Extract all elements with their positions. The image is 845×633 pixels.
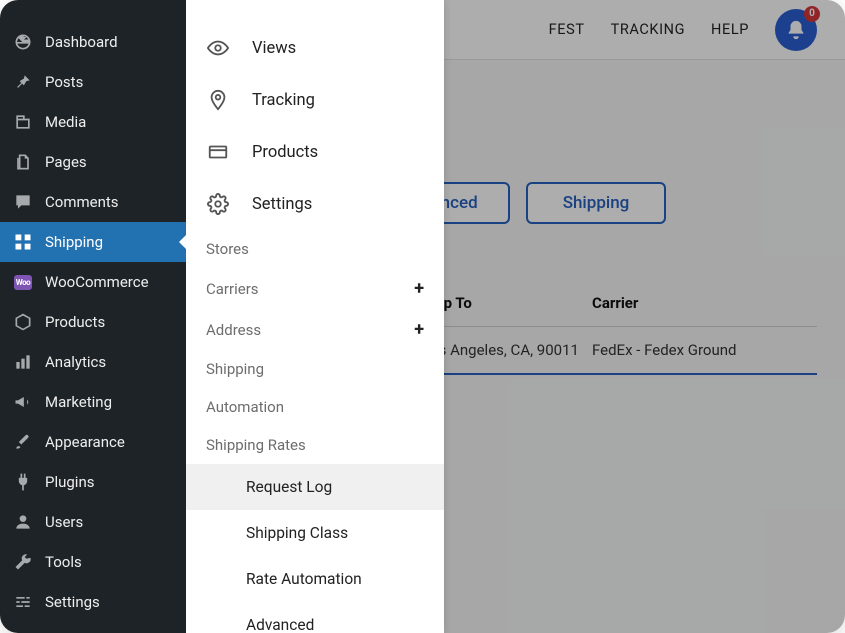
sidebar-item-plugins[interactable]: Plugins [0, 462, 186, 502]
submenu-settings[interactable]: Settings [186, 178, 444, 230]
sidebar-item-shipping[interactable]: Shipping [0, 222, 186, 262]
submenu-label: Products [252, 143, 318, 162]
modal-overlay[interactable] [444, 0, 845, 633]
sidebar-item-marketing[interactable]: Marketing [0, 382, 186, 422]
sidebar-item-pages[interactable]: Pages [0, 142, 186, 182]
submenu-advanced[interactable]: Advanced [186, 602, 444, 633]
submenu-stores[interactable]: Stores [186, 230, 444, 268]
user-icon [12, 511, 34, 533]
submenu-shipping-rates[interactable]: Shipping Rates [186, 426, 444, 464]
sidebar-label: Pages [45, 153, 87, 171]
wp-admin-sidebar: Dashboard Posts Media Pages Comments Shi… [0, 0, 186, 633]
sidebar-label: Plugins [45, 473, 94, 491]
sidebar-item-media[interactable]: Media [0, 102, 186, 142]
submenu-tracking[interactable]: Tracking [186, 74, 444, 126]
sidebar-item-posts[interactable]: Posts [0, 62, 186, 102]
submenu-label: Views [252, 39, 296, 58]
submenu-label: Settings [252, 195, 312, 214]
sidebar-label: WooCommerce [45, 273, 149, 291]
pages-icon [12, 151, 34, 173]
wrench-icon [12, 551, 34, 573]
sidebar-item-woocommerce[interactable]: Woo WooCommerce [0, 262, 186, 302]
sidebar-label: Products [45, 313, 105, 331]
sidebar-label: Shipping [45, 233, 103, 251]
submenu-request-log[interactable]: Request Log [186, 464, 444, 510]
sidebar-item-appearance[interactable]: Appearance [0, 422, 186, 462]
plus-icon: + [414, 319, 424, 340]
pin-icon [12, 71, 34, 93]
sidebar-item-analytics[interactable]: Analytics [0, 342, 186, 382]
submenu-carriers[interactable]: Carriers+ [186, 268, 444, 309]
submenu-views[interactable]: Views [186, 22, 444, 74]
sidebar-label: Tools [45, 553, 82, 571]
sidebar-label: Appearance [45, 433, 125, 451]
box-icon [12, 311, 34, 333]
submenu-label: Tracking [252, 91, 315, 110]
submenu-shipping-class[interactable]: Shipping Class [186, 510, 444, 556]
sidebar-label: Posts [45, 73, 83, 91]
woo-icon: Woo [12, 271, 34, 293]
sidebar-label: Marketing [45, 393, 112, 411]
grid-icon [12, 231, 34, 253]
submenu-rate-automation[interactable]: Rate Automation [186, 556, 444, 602]
plus-icon: + [414, 278, 424, 299]
location-pin-icon [206, 88, 230, 112]
sidebar-label: Dashboard [45, 33, 118, 51]
gear-icon [206, 192, 230, 216]
sidebar-item-users[interactable]: Users [0, 502, 186, 542]
plug-icon [12, 471, 34, 493]
sidebar-label: Comments [45, 193, 119, 211]
sidebar-item-dashboard[interactable]: Dashboard [0, 22, 186, 62]
shipping-submenu: Views Tracking Products Settings Stores … [186, 0, 444, 633]
collapse-menu[interactable]: Collapse menu [0, 626, 186, 633]
sliders-icon [12, 591, 34, 613]
sidebar-label: Settings [45, 593, 100, 611]
sidebar-item-comments[interactable]: Comments [0, 182, 186, 222]
sidebar-item-tools[interactable]: Tools [0, 542, 186, 582]
sidebar-label: Media [45, 113, 86, 131]
sidebar-item-settings[interactable]: Settings [0, 582, 186, 622]
sidebar-label: Analytics [45, 353, 106, 371]
media-icon [12, 111, 34, 133]
comment-icon [12, 191, 34, 213]
eye-icon [206, 36, 230, 60]
card-icon [206, 140, 230, 164]
gauge-icon [12, 31, 34, 53]
bars-icon [12, 351, 34, 373]
sidebar-item-products[interactable]: Products [0, 302, 186, 342]
brush-icon [12, 431, 34, 453]
submenu-address[interactable]: Address+ [186, 309, 444, 350]
submenu-products[interactable]: Products [186, 126, 444, 178]
submenu-shipping[interactable]: Shipping [186, 350, 444, 388]
sidebar-label: Users [45, 513, 83, 531]
megaphone-icon [12, 391, 34, 413]
submenu-automation[interactable]: Automation [186, 388, 444, 426]
